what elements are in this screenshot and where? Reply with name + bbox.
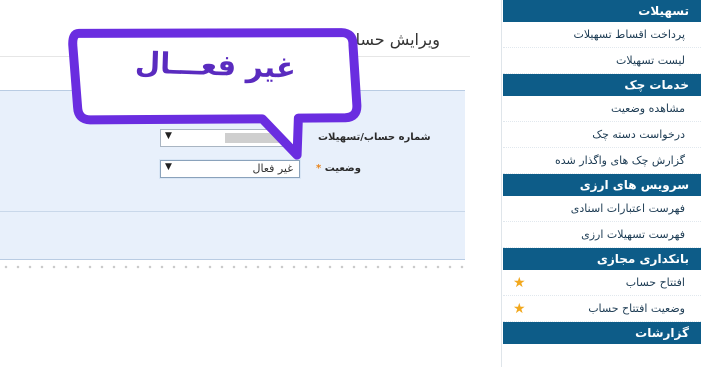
callout-bubble: [68, 28, 362, 160]
callout-text: غیر فعـــال: [134, 45, 297, 85]
